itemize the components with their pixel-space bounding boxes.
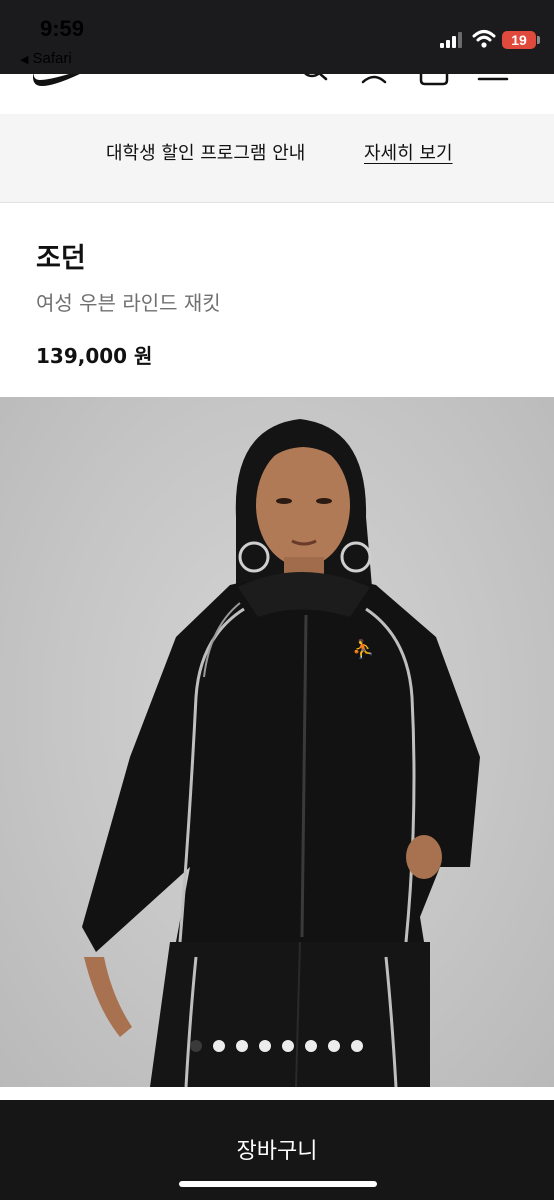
product-brand: 조던	[36, 243, 86, 274]
site-header	[0, 74, 554, 114]
product-name: 여성 우븐 라인드 재킷	[36, 291, 221, 315]
promo-text: 대학생 할인 프로그램 안내	[106, 143, 306, 164]
carousel-dot[interactable]	[236, 1040, 248, 1052]
image-carousel-dots	[190, 1040, 363, 1052]
home-indicator	[179, 1181, 377, 1187]
battery-tip	[537, 36, 540, 44]
carousel-dot[interactable]	[351, 1040, 363, 1052]
search-icon[interactable]	[298, 74, 330, 84]
back-to-safari-link[interactable]: ◀ Safari	[20, 50, 72, 67]
back-app-label: Safari	[32, 50, 72, 67]
profile-icon[interactable]	[358, 74, 390, 86]
carousel-dot[interactable]	[282, 1040, 294, 1052]
back-triangle-icon: ◀	[20, 54, 29, 66]
product-image[interactable]: ⛹	[0, 397, 554, 1087]
product-photo: ⛹	[82, 419, 480, 1087]
carousel-dot[interactable]	[190, 1040, 202, 1052]
carousel-dot[interactable]	[259, 1040, 271, 1052]
bag-icon[interactable]	[417, 74, 451, 86]
carousel-dot[interactable]	[213, 1040, 225, 1052]
wifi-icon	[472, 30, 496, 48]
product-price: 139,000 원	[36, 344, 153, 368]
cellular-signal-icon	[440, 32, 462, 48]
promo-details-link[interactable]: 자세히 보기	[364, 139, 453, 165]
carousel-dot[interactable]	[328, 1040, 340, 1052]
carousel-dot[interactable]	[305, 1040, 317, 1052]
svg-text:⛹: ⛹	[352, 638, 374, 660]
status-time: 9:59	[40, 16, 85, 41]
battery-indicator: 19	[502, 31, 536, 49]
nike-logo[interactable]	[30, 74, 90, 88]
menu-icon[interactable]	[476, 74, 510, 88]
